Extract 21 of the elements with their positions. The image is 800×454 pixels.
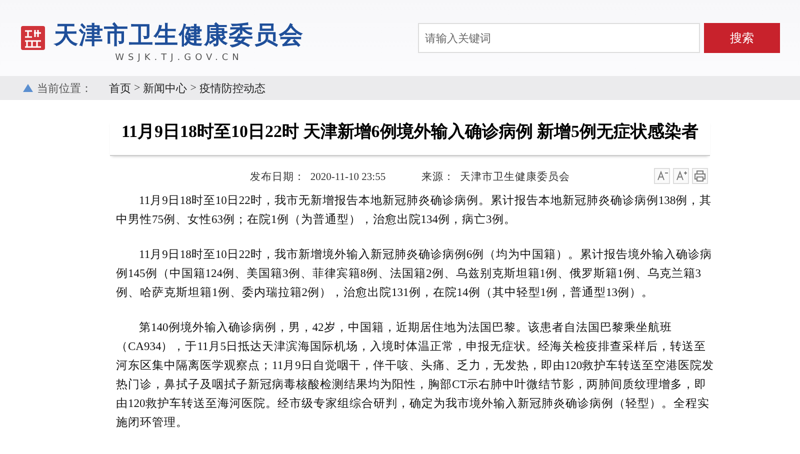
- seal-logo-icon: [20, 25, 46, 51]
- breadcrumb-separator: >: [190, 82, 196, 94]
- site-domain: WSJK.TJ.GOV.CN: [115, 53, 243, 63]
- search-button[interactable]: 搜索: [704, 23, 780, 53]
- breadcrumb-link[interactable]: 新闻中心: [143, 80, 188, 96]
- breadcrumb-label: 当前位置：: [37, 82, 92, 96]
- meta-info: 发布日期： 2020-11-10 23:55: [250, 170, 386, 184]
- breadcrumb-link[interactable]: 疫情防控动态: [199, 80, 266, 96]
- font-larger-icon[interactable]: [673, 168, 689, 184]
- breadcrumb-separator: >: [134, 82, 140, 94]
- font-smaller-icon[interactable]: [654, 168, 670, 184]
- search-field[interactable]: 请输入关键词: [418, 23, 700, 53]
- print-icon[interactable]: [692, 168, 708, 184]
- article-paragraph: 11月9日18时至10日22时，我市无新增报告本地新冠肺炎确诊病例。累计报告本地新冠肺炎确诊病例138例，其中男性75例、女性63例；在院1例（为普通型），治愈出院134例，病亡3例。: [116, 193, 713, 228]
- breadcrumb-link[interactable]: 首页: [109, 80, 131, 96]
- article-paragraph: 第140例境外输入确诊病例，男，42岁，中国籍，近期居住地为法国巴黎。该患者自法国巴黎乘坐航班（CA934），于11月5日抵达天津滨海国际机场，入境时体温正常，申报无症状。经海关检疫排查采样后，转送至河东区集中隔离医学观察点；11月9日自觉咽干，伴干咳、头痛、乏力，无发热，即由120救护车转送至空港医院发热门诊，鼻拭子及咽拭子新冠病毒核酸检测结果均为阳性，胸部CT示右肺中叶微结节影，两肺间质纹理增多，即由120救护车转送至海河医院。经市级专家组综合研判，确定为我市境外输入新冠肺炎确诊病例（轻型）。全程实施闭环管理。: [116, 320, 716, 431]
- article-title: 11月9日18时至10日22时 天津新增6例境外输入确诊病例 新增5例无症状感染者: [110, 120, 710, 156]
- site-name: 天津市卫生健康委员会: [54, 20, 304, 51]
- location-icon: [22, 83, 34, 93]
- article-paragraph: 11月9日18时至10日22时，我市新增境外输入新冠肺炎确诊病例6例（均为中国籍）。累计报告境外输入确诊病例145例（中国籍124例、美国籍3例、菲律宾籍8例、法国籍2例、乌兹别克斯坦籍1例、俄罗斯籍1例、乌克兰籍3例、哈萨克斯坦籍1例、委内瑞拉籍2例），治愈出院131例，在院14例（其中轻型1例，普通型13例）。: [116, 247, 714, 301]
- meta-info: 来源： 天津市卫生健康委员会: [422, 170, 570, 184]
